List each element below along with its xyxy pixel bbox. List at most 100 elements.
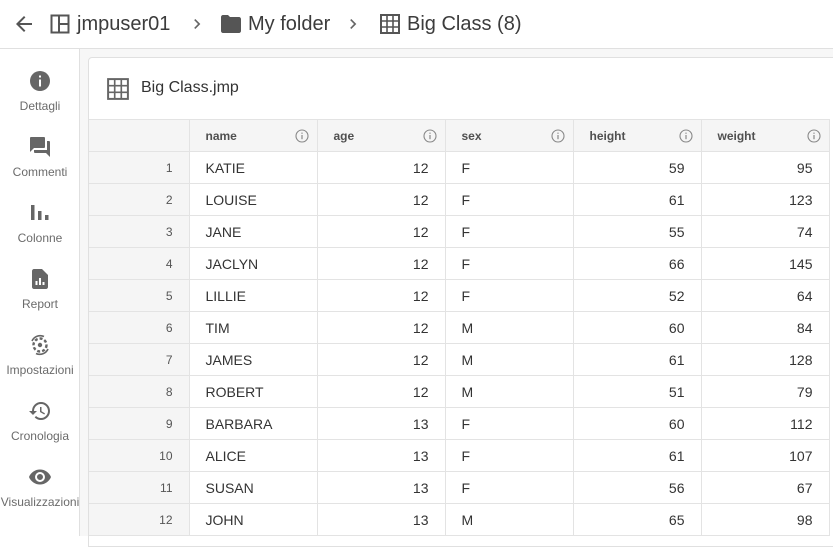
cell-sex[interactable]: M — [445, 503, 574, 536]
cell-weight[interactable]: 74 — [701, 215, 830, 248]
top-bar: jmpuser01 My folder Big Class (8) — [0, 0, 833, 49]
cell-height[interactable]: 59 — [573, 151, 702, 184]
table-row[interactable]: 8 ROBERT 12 M 51 79 — [89, 375, 830, 408]
column-info-icon[interactable] — [806, 128, 821, 143]
sidebar-item-impostazioni[interactable]: Impostazioni — [0, 321, 80, 381]
cell-height[interactable]: 65 — [573, 503, 702, 536]
column-header-height[interactable]: height — [573, 119, 702, 152]
cell-height[interactable]: 55 — [573, 215, 702, 248]
cell-name[interactable]: KATIE — [189, 151, 318, 184]
cell-sex[interactable]: F — [445, 407, 574, 440]
cell-age[interactable]: 12 — [317, 375, 446, 408]
cell-age[interactable]: 12 — [317, 183, 446, 216]
cell-name[interactable]: JAMES — [189, 343, 318, 376]
cell-weight[interactable]: 95 — [701, 151, 830, 184]
cell-name[interactable]: LILLIE — [189, 279, 318, 312]
table-row[interactable]: 11 SUSAN 13 F 56 67 — [89, 471, 830, 504]
table-row[interactable]: 7 JAMES 12 M 61 128 — [89, 343, 830, 376]
table-row[interactable]: 3 JANE 12 F 55 74 — [89, 215, 830, 248]
column-info-icon[interactable] — [294, 128, 309, 143]
table-row[interactable]: 6 TIM 12 M 60 84 — [89, 311, 830, 344]
cell-name[interactable]: LOUISE — [189, 183, 318, 216]
comments-icon — [28, 135, 52, 159]
cell-height[interactable]: 56 — [573, 471, 702, 504]
cell-height[interactable]: 61 — [573, 343, 702, 376]
cell-sex[interactable]: F — [445, 183, 574, 216]
column-header-name[interactable]: name — [189, 119, 318, 152]
table-row[interactable]: 12 JOHN 13 M 65 98 — [89, 503, 830, 536]
table-row[interactable]: 5 LILLIE 12 F 52 64 — [89, 279, 830, 312]
cell-weight[interactable]: 84 — [701, 311, 830, 344]
column-header-weight[interactable]: weight — [701, 119, 830, 152]
cell-name[interactable]: ALICE — [189, 439, 318, 472]
cell-weight[interactable]: 112 — [701, 407, 830, 440]
cell-sex[interactable]: F — [445, 439, 574, 472]
cell-height[interactable]: 66 — [573, 247, 702, 280]
cell-weight[interactable]: 145 — [701, 247, 830, 280]
cell-sex[interactable]: M — [445, 311, 574, 344]
cell-age[interactable]: 13 — [317, 471, 446, 504]
cell-weight[interactable]: 98 — [701, 503, 830, 536]
cell-age[interactable]: 12 — [317, 215, 446, 248]
cell-age[interactable]: 12 — [317, 151, 446, 184]
breadcrumb-table[interactable]: Big Class (8) — [380, 12, 521, 36]
cell-weight[interactable]: 79 — [701, 375, 830, 408]
cell-sex[interactable]: M — [445, 375, 574, 408]
cell-sex[interactable]: F — [445, 247, 574, 280]
breadcrumb-user[interactable]: jmpuser01 — [50, 12, 170, 36]
cell-weight[interactable]: 64 — [701, 279, 830, 312]
column-header-age[interactable]: age — [317, 119, 446, 152]
cell-height[interactable]: 61 — [573, 183, 702, 216]
cell-height[interactable]: 51 — [573, 375, 702, 408]
cell-age[interactable]: 13 — [317, 407, 446, 440]
cell-name[interactable]: BARBARA — [189, 407, 318, 440]
cell-sex[interactable]: F — [445, 471, 574, 504]
table-row[interactable]: 1 KATIE 12 F 59 95 — [89, 151, 830, 184]
cell-age[interactable]: 12 — [317, 311, 446, 344]
sidebar-item-cronologia[interactable]: Cronologia — [0, 387, 80, 447]
cell-name[interactable]: JANE — [189, 215, 318, 248]
table-row[interactable]: 10 ALICE 13 F 61 107 — [89, 439, 830, 472]
column-info-icon[interactable] — [678, 128, 693, 143]
breadcrumb-folder[interactable]: My folder — [221, 12, 330, 36]
table-row[interactable]: 2 LOUISE 12 F 61 123 — [89, 183, 830, 216]
cell-age[interactable]: 13 — [317, 439, 446, 472]
column-header-sex[interactable]: sex — [445, 119, 574, 152]
sidebar-item-report[interactable]: Report — [0, 255, 80, 315]
cell-age[interactable]: 12 — [317, 343, 446, 376]
cell-weight[interactable]: 128 — [701, 343, 830, 376]
cell-age[interactable]: 12 — [317, 247, 446, 280]
table-row[interactable]: 4 JACLYN 12 F 66 145 — [89, 247, 830, 280]
panel-title: Big Class.jmp — [141, 79, 239, 96]
column-info-icon[interactable] — [422, 128, 437, 143]
cell-sex[interactable]: F — [445, 151, 574, 184]
cell-name[interactable]: JACLYN — [189, 247, 318, 280]
cell-sex[interactable]: F — [445, 279, 574, 312]
cell-height[interactable]: 52 — [573, 279, 702, 312]
cell-age[interactable]: 13 — [317, 503, 446, 536]
column-header-label: weight — [717, 128, 756, 143]
row-number: 11 — [89, 471, 190, 504]
cell-age[interactable]: 12 — [317, 279, 446, 312]
cell-weight[interactable]: 67 — [701, 471, 830, 504]
cell-sex[interactable]: M — [445, 343, 574, 376]
cell-name[interactable]: SUSAN — [189, 471, 318, 504]
cell-name[interactable]: TIM — [189, 311, 318, 344]
sidebar-item-colonne[interactable]: Colonne — [0, 189, 80, 249]
row-number: 5 — [89, 279, 190, 312]
cell-name[interactable]: JOHN — [189, 503, 318, 536]
cell-sex[interactable]: F — [445, 215, 574, 248]
eye-icon — [28, 465, 52, 489]
cell-name[interactable]: ROBERT — [189, 375, 318, 408]
cell-height[interactable]: 60 — [573, 311, 702, 344]
column-info-icon[interactable] — [550, 128, 565, 143]
back-arrow-icon[interactable] — [12, 12, 36, 36]
cell-height[interactable]: 60 — [573, 407, 702, 440]
cell-weight[interactable]: 123 — [701, 183, 830, 216]
cell-weight[interactable]: 107 — [701, 439, 830, 472]
table-row[interactable]: 9 BARBARA 13 F 60 112 — [89, 407, 830, 440]
sidebar-item-visualizzazioni[interactable]: Visualizzazioni — [0, 453, 80, 513]
sidebar-item-commenti[interactable]: Commenti — [0, 123, 80, 183]
sidebar-item-dettagli[interactable]: Dettagli — [0, 57, 80, 117]
cell-height[interactable]: 61 — [573, 439, 702, 472]
